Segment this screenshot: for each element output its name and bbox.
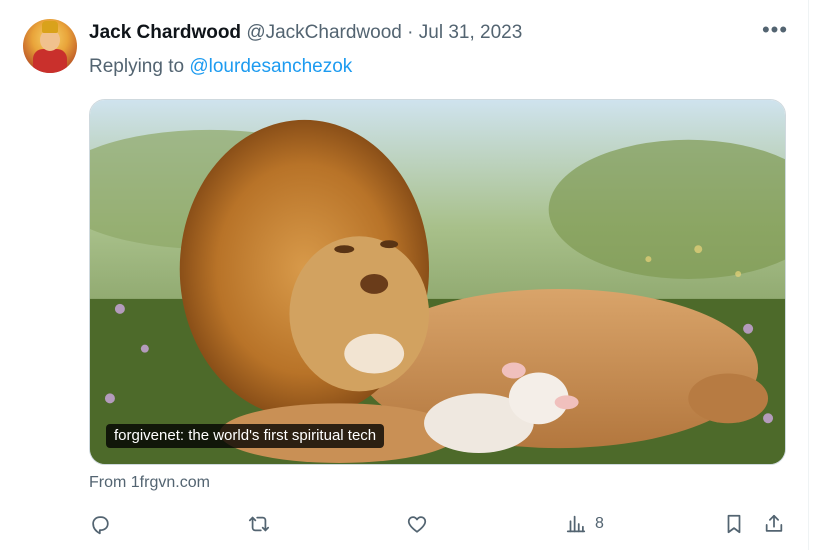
lion-lamb-image — [90, 100, 785, 464]
header-separator: · — [407, 22, 414, 43]
views-count: 8 — [595, 515, 604, 532]
avatar-figure-body — [33, 49, 67, 73]
views-icon — [566, 515, 586, 533]
avatar[interactable] — [23, 19, 77, 73]
like-button[interactable] — [406, 506, 428, 542]
media-caption: forgivenet: the world's first spiritual … — [106, 424, 385, 448]
tweet-header: Jack Chardwood @JackChardwood · Jul 31, … — [89, 21, 522, 45]
share-icon — [765, 514, 783, 532]
replying-to: Replying to @lourdesanchezok — [89, 55, 352, 79]
like-icon — [407, 516, 427, 533]
retweet-icon — [248, 516, 270, 532]
author-name[interactable]: Jack Chardwood — [89, 22, 241, 43]
bookmark-icon — [727, 514, 741, 534]
link-source[interactable]: From 1frgvn.com — [89, 473, 210, 493]
tweet-date[interactable]: Jul 31, 2023 — [419, 22, 523, 43]
more-horizontal-icon[interactable]: ••• — [759, 19, 791, 46]
tweet-card[interactable]: Jack Chardwood @JackChardwood · Jul 31, … — [0, 0, 809, 550]
action-bar: 8 — [0, 506, 808, 542]
replying-mention-link[interactable]: @lourdesanchezok — [189, 56, 352, 77]
avatar-figure-crown — [42, 21, 58, 33]
bookmark-button[interactable] — [723, 506, 745, 542]
reply-icon — [92, 516, 109, 535]
retweet-button[interactable] — [248, 506, 270, 542]
share-button[interactable] — [763, 506, 785, 542]
views-button[interactable]: 8 — [565, 506, 604, 542]
author-handle[interactable]: @JackChardwood — [246, 22, 402, 43]
replying-prefix: Replying to — [89, 56, 190, 77]
reply-button[interactable] — [89, 506, 111, 542]
tweet-media-card[interactable]: forgivenet: the world's first spiritual … — [89, 99, 786, 465]
